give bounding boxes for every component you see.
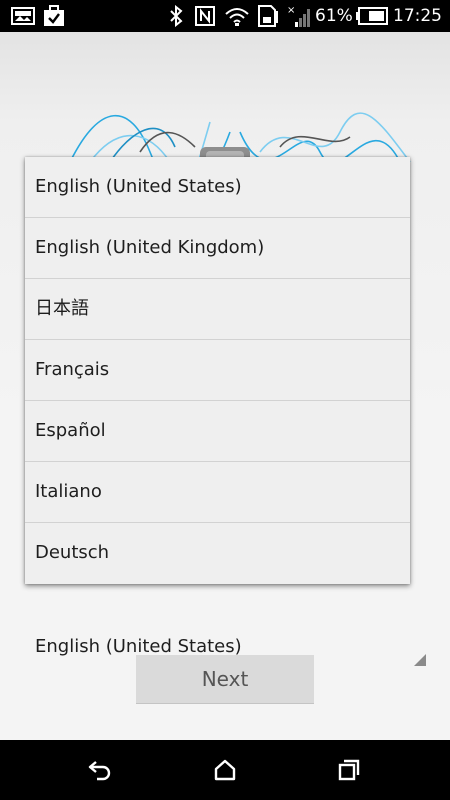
- wifi-icon: [223, 0, 251, 32]
- gallery-icon: [10, 0, 36, 32]
- home-button[interactable]: [195, 740, 255, 800]
- briefcase-check-icon: [42, 0, 66, 32]
- back-icon: [88, 761, 111, 781]
- svg-text:×: ×: [287, 5, 295, 16]
- back-button[interactable]: [70, 740, 130, 800]
- language-option-en-gb[interactable]: English (United Kingdom): [25, 218, 410, 279]
- sd-card-icon: [255, 0, 281, 32]
- language-option-ja[interactable]: 日本語: [25, 279, 410, 340]
- battery-percent: 61%: [315, 6, 353, 26]
- clock: 17:25: [393, 6, 442, 26]
- nfc-icon: [194, 0, 216, 32]
- recents-icon: [338, 759, 360, 781]
- next-button[interactable]: Next: [136, 655, 314, 704]
- dropdown-arrow-icon: [414, 654, 426, 666]
- signal-icon: ×: [284, 0, 312, 32]
- battery-icon: [355, 0, 389, 32]
- navigation-bar: [0, 740, 450, 800]
- bluetooth-icon: [166, 0, 186, 32]
- status-bar: × 61% 17:25: [0, 0, 450, 32]
- recents-button[interactable]: [319, 740, 379, 800]
- language-option-en-us[interactable]: English (United States): [25, 157, 410, 218]
- language-dropdown-list: English (United States) English (United …: [25, 157, 410, 584]
- home-icon: [214, 759, 236, 781]
- language-option-it[interactable]: Italiano: [25, 462, 410, 523]
- language-option-es[interactable]: Español: [25, 401, 410, 462]
- language-option-fr[interactable]: Français: [25, 340, 410, 401]
- language-option-de[interactable]: Deutsch: [25, 523, 410, 584]
